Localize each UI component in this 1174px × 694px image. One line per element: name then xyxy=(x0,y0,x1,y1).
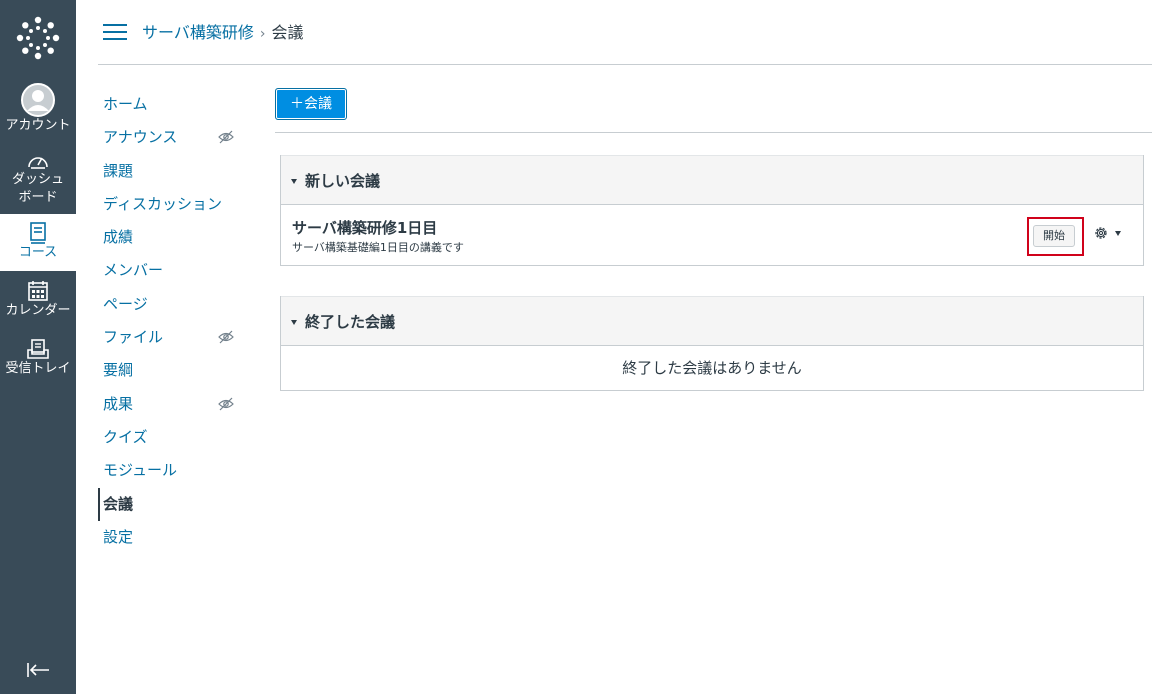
course-nav-quizzes[interactable]: クイズ xyxy=(98,421,248,454)
new-conferences-section: 新しい会議 サーバ構築研修1日目 サーバ構築基礎編1日目の講義です 開始 xyxy=(280,155,1144,266)
global-nav-courses[interactable]: コース xyxy=(0,214,76,271)
course-nav-label: 設定 xyxy=(103,527,134,546)
conference-row: サーバ構築研修1日目 サーバ構築基礎編1日目の講義です 開始 xyxy=(281,205,1143,265)
collapse-triangle-icon xyxy=(291,320,297,325)
conference-description: サーバ構築基礎編1日目の講義です xyxy=(292,241,464,254)
global-nav-inbox-label: 受信トレイ xyxy=(5,361,71,376)
avatar-icon xyxy=(21,83,55,117)
new-conferences-heading: 新しい会議 xyxy=(305,172,381,190)
course-nav-label: アナウンス xyxy=(103,128,178,147)
inbox-icon xyxy=(27,339,49,359)
course-nav-label: モジュール xyxy=(103,461,177,480)
breadcrumb-course-link[interactable]: サーバ構築研修 xyxy=(142,23,254,42)
course-nav: ホーム アナウンス 課題 ディスカッション 成績 メンバー ページ ファイル 要… xyxy=(98,88,248,554)
course-nav-syllabus[interactable]: 要綱 xyxy=(98,354,248,387)
global-nav-dashboard[interactable]: ダッシュ ボード xyxy=(0,151,76,209)
course-nav-label: 課題 xyxy=(103,161,134,180)
course-nav-label: メンバー xyxy=(103,261,164,280)
canvas-logo-icon[interactable] xyxy=(16,16,60,60)
course-nav-conferences[interactable]: 会議 xyxy=(98,487,248,521)
concluded-conferences-heading: 終了した会議 xyxy=(305,313,396,331)
course-nav-label: 要綱 xyxy=(103,361,134,380)
course-nav-label: ディスカッション xyxy=(103,194,222,213)
global-nav-calendar-label: カレンダー xyxy=(5,303,71,318)
global-nav-courses-label: コース xyxy=(18,245,58,260)
course-nav-announcements[interactable]: アナウンス xyxy=(98,121,248,154)
course-nav-people[interactable]: メンバー xyxy=(98,254,248,287)
course-nav-files[interactable]: ファイル xyxy=(98,321,248,354)
global-nav-inbox[interactable]: 受信トレイ xyxy=(0,338,76,388)
course-nav-grades[interactable]: 成績 xyxy=(98,221,248,254)
course-nav-modules[interactable]: モジュール xyxy=(98,454,248,487)
new-conferences-header[interactable]: 新しい会議 xyxy=(281,155,1143,205)
courses-icon xyxy=(30,222,46,244)
no-concluded-conferences-message: 終了した会議はありません xyxy=(281,346,1143,390)
global-nav-account[interactable]: アカウント xyxy=(0,83,76,139)
course-menu-toggle-icon[interactable] xyxy=(103,24,127,42)
settings-caret-icon[interactable] xyxy=(1115,231,1121,236)
global-nav-dashboard-label: ダッシュ ボード xyxy=(11,172,64,205)
course-nav-label: 成果 xyxy=(103,394,134,413)
concluded-conferences-header[interactable]: 終了した会議 xyxy=(281,296,1143,346)
hidden-eye-icon xyxy=(218,397,234,411)
course-nav-settings[interactable]: 設定 xyxy=(98,521,248,554)
page-header: サーバ構築研修 › 会議 xyxy=(98,0,1152,65)
toolbar-divider xyxy=(275,132,1152,133)
breadcrumb-separator-icon: › xyxy=(259,26,266,42)
global-nav: アカウント ダッシュ ボード コース カレンダー 受信トレイ xyxy=(0,0,76,694)
conference-title: サーバ構築研修1日目 xyxy=(292,219,438,237)
add-conference-button[interactable]: ＋会議 xyxy=(275,88,347,120)
hidden-eye-icon xyxy=(218,330,234,344)
course-nav-outcomes[interactable]: 成果 xyxy=(98,388,248,421)
collapse-triangle-icon xyxy=(291,179,297,184)
gear-icon[interactable] xyxy=(1093,225,1109,241)
global-nav-calendar[interactable]: カレンダー xyxy=(0,280,76,330)
global-nav-account-label: アカウント xyxy=(5,118,71,133)
course-nav-assignments[interactable]: 課題 xyxy=(98,155,248,188)
course-nav-label: 会議 xyxy=(103,494,134,513)
course-nav-label: クイズ xyxy=(103,427,148,446)
course-nav-label: ファイル xyxy=(103,328,164,347)
hidden-eye-icon xyxy=(218,130,234,144)
start-conference-button[interactable]: 開始 xyxy=(1033,225,1075,247)
calendar-icon xyxy=(28,281,48,301)
course-nav-label: ページ xyxy=(103,294,148,313)
breadcrumb: サーバ構築研修 › 会議 xyxy=(142,22,303,45)
breadcrumb-current: 会議 xyxy=(271,23,304,42)
course-nav-discussions[interactable]: ディスカッション xyxy=(98,188,248,221)
dashboard-icon xyxy=(28,157,48,169)
course-nav-label: ホーム xyxy=(103,95,148,113)
course-nav-home[interactable]: ホーム xyxy=(98,88,248,121)
concluded-conferences-section: 終了した会議 終了した会議はありません xyxy=(280,296,1144,391)
course-nav-pages[interactable]: ページ xyxy=(98,288,248,321)
collapse-nav-icon[interactable] xyxy=(26,660,50,680)
course-nav-label: 成績 xyxy=(103,228,134,247)
